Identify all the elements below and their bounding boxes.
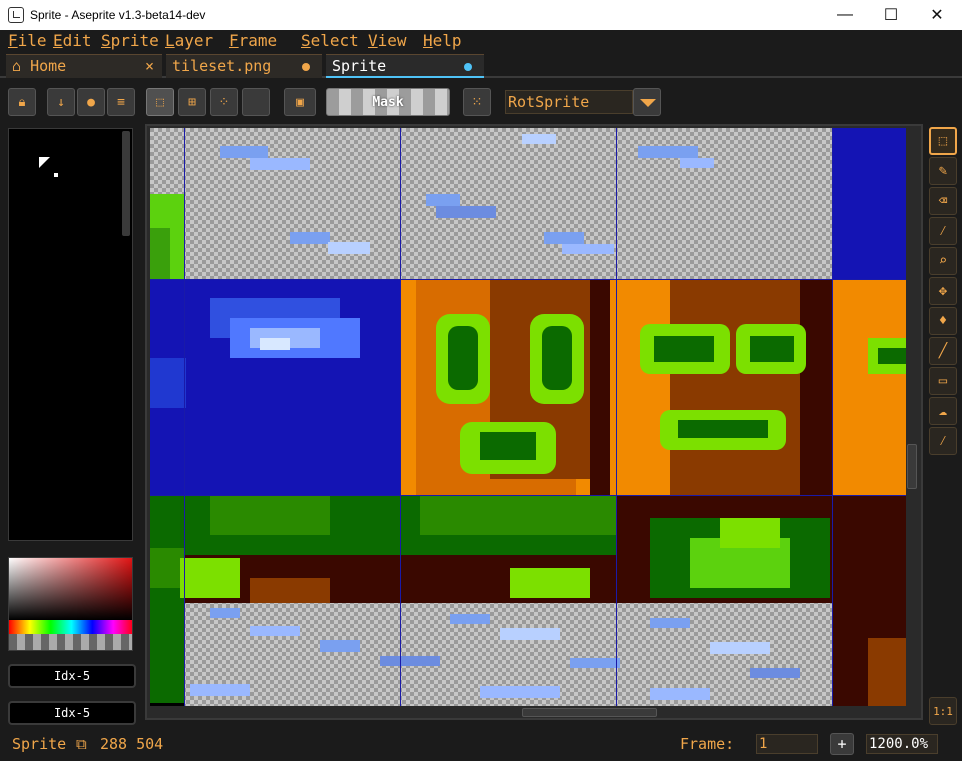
zoom-field[interactable]: 1200.0% [866, 734, 938, 754]
menu-sprite[interactable]: Sprite [101, 31, 159, 50]
zoom-tool[interactable]: ⌕ [929, 247, 957, 275]
intersect-selection-button[interactable] [242, 88, 270, 116]
grid-dots-icon: ⁙ [471, 94, 483, 110]
menu-frame[interactable]: Frame [229, 31, 277, 50]
cursor-icon [39, 157, 50, 168]
rectangle-icon: ▭ [938, 373, 948, 389]
modified-dot-icon [302, 63, 310, 71]
sprite-canvas[interactable] [150, 128, 906, 706]
home-icon: ⌂ [12, 57, 22, 75]
frame-field[interactable]: 1 [756, 734, 818, 754]
menu-edit[interactable]: Edit [53, 31, 92, 50]
tile-pixel-art [150, 128, 906, 706]
background-color-index[interactable]: Idx-5 [8, 701, 136, 725]
selection-replace-icon: ⬚ [156, 94, 164, 110]
foreground-color-index[interactable]: Idx-5 [8, 664, 136, 688]
menu-file[interactable]: File [8, 31, 47, 50]
selection-subtract-icon: ⁘ [218, 94, 230, 110]
maximize-button[interactable]: ☐ [868, 0, 914, 30]
eyedropper-tool[interactable]: ⁄ [929, 217, 957, 245]
rectangle-tool[interactable]: ▭ [929, 367, 957, 395]
contour-icon: ☁ [938, 403, 948, 419]
pivot-position-button[interactable]: ⁙ [463, 88, 491, 116]
tab-home-label: Home [30, 57, 67, 75]
eraser-icon: ⌫ [938, 193, 948, 209]
paint-bucket-tool[interactable]: ♦ [929, 307, 957, 335]
lock-button[interactable]: 🔒︎ [8, 88, 36, 116]
image-icon: ▣ [296, 94, 304, 110]
blur-tool[interactable]: ⁄ [929, 427, 957, 455]
aseprite-window: Sprite - Aseprite v1.3-beta14-dev — ☐ ✕ … [0, 0, 962, 761]
color-picker[interactable] [8, 557, 133, 651]
alpha-slider[interactable] [9, 634, 132, 650]
preview-scrollbar[interactable] [122, 131, 130, 236]
line-tool[interactable]: ╱ [929, 337, 957, 365]
close-button[interactable]: ✕ [914, 0, 960, 30]
blur-icon: ⁄ [938, 432, 948, 449]
eraser-tool[interactable]: ⌫ [929, 187, 957, 215]
tab-home-close-icon[interactable]: × [145, 55, 154, 77]
title-bar: Sprite - Aseprite v1.3-beta14-dev — ☐ ✕ [0, 0, 962, 30]
status-document-label: Sprite [12, 735, 67, 753]
pencil-icon: ✎ [938, 163, 948, 179]
tab-bar: ⌂ Home × tileset.png Sprite [0, 52, 962, 78]
subtract-selection-button[interactable]: ⁘ [210, 88, 238, 116]
transparent-color-button[interactable]: ▣ [284, 88, 316, 116]
menu-icon: ≡ [117, 94, 125, 110]
pencil-tool[interactable]: ✎ [929, 157, 957, 185]
modified-dot-icon [464, 63, 472, 71]
minimize-button[interactable]: — [822, 0, 868, 30]
tab-sprite[interactable]: Sprite [326, 54, 484, 78]
pivot-icon: ● [87, 94, 95, 110]
tab-sprite-label: Sprite [332, 57, 387, 75]
color-spectrum[interactable] [9, 558, 132, 620]
cursor-dot [54, 173, 58, 177]
rectangular-marquee-tool[interactable]: ⬚ [929, 127, 957, 155]
canvas-horizontal-scrollbar[interactable] [522, 708, 657, 717]
drop-pixels-button[interactable]: ↓ [47, 88, 75, 116]
contour-tool[interactable]: ☁ [929, 397, 957, 425]
tab-tileset-label: tileset.png [172, 57, 272, 75]
menu-view[interactable]: View [368, 31, 407, 50]
menu-select[interactable]: Select [301, 31, 359, 50]
replace-selection-button[interactable]: ⬚ [146, 88, 174, 116]
lock-icon: 🔒︎ [18, 94, 26, 110]
preview-area[interactable] [8, 128, 133, 541]
move-tool[interactable]: ✥ [929, 277, 957, 305]
paint-bucket-icon: ♦ [938, 313, 948, 329]
tab-tileset[interactable]: tileset.png [166, 54, 322, 78]
rectangular-marquee-icon: ⬚ [938, 133, 948, 149]
app-icon [8, 7, 24, 23]
pivot-button[interactable]: ● [77, 88, 105, 116]
line-icon: ╱ [938, 343, 948, 359]
menu-bar: File Edit Sprite Layer Frame Select View… [0, 30, 962, 52]
mask-color-button[interactable]: Mask [326, 88, 450, 116]
new-frame-button[interactable]: + [830, 733, 854, 755]
frame-label: Frame: [680, 735, 735, 753]
options-button[interactable]: ≡ [107, 88, 135, 116]
hue-slider[interactable] [9, 620, 132, 634]
tab-home[interactable]: ⌂ Home × [6, 54, 162, 78]
menu-help[interactable]: Help [423, 31, 462, 50]
selection-add-icon: ⊞ [188, 94, 196, 110]
chevron-down-icon[interactable] [633, 88, 661, 116]
eyedropper-icon: ⁄ [938, 222, 948, 239]
window-title: Sprite - Aseprite v1.3-beta14-dev [30, 8, 206, 22]
zoom-reset-button[interactable]: 1:1 [929, 697, 957, 725]
status-coordinates: 288 504 [100, 735, 164, 753]
sprite-size-icon: ⧉ [76, 735, 87, 753]
move-icon: ✥ [938, 283, 948, 299]
add-selection-button[interactable]: ⊞ [178, 88, 206, 116]
rotation-algorithm-select[interactable]: RotSprite [505, 90, 633, 114]
canvas-vertical-scrollbar[interactable] [907, 444, 917, 489]
menu-layer[interactable]: Layer [165, 31, 213, 50]
arrow-down-icon: ↓ [57, 94, 65, 110]
zoom-icon: ⌕ [938, 253, 948, 269]
